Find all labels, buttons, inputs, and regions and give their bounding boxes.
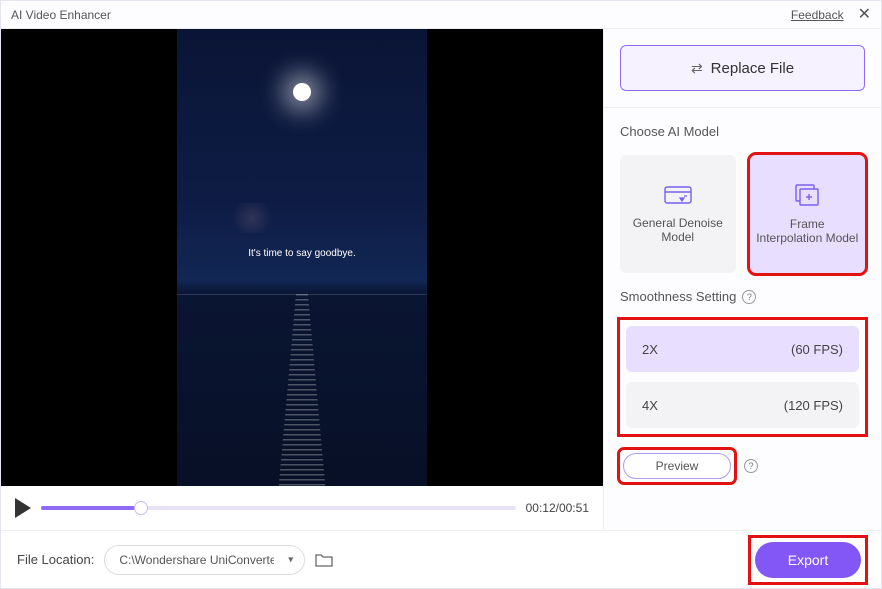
playback-controls: 00:12/00:51 <box>1 486 603 530</box>
path-select-wrap <box>104 545 305 575</box>
video-caption: It's time to say goodbye. <box>248 248 356 259</box>
play-icon[interactable] <box>15 498 31 518</box>
model-label: General Denoise Model <box>626 216 730 244</box>
file-location-label: File Location: <box>17 552 94 567</box>
smoothness-heading: Smoothness Setting ? <box>620 289 865 304</box>
smoothness-fps: (120 FPS) <box>784 398 843 413</box>
main-body: It's time to say goodbye. 00:12/00:51 ⇄ … <box>1 29 881 530</box>
moon-graphic <box>293 83 311 101</box>
smoothness-fps: (60 FPS) <box>791 342 843 357</box>
denoise-icon <box>664 184 692 206</box>
moon-reflection <box>272 294 332 486</box>
smoothness-options: 2X (60 FPS) 4X (120 FPS) <box>620 320 865 434</box>
feedback-link[interactable]: Feedback <box>791 8 844 22</box>
titlebar: AI Video Enhancer Feedback ✕ <box>1 1 881 29</box>
folder-icon[interactable] <box>315 553 333 567</box>
progress-fill <box>41 506 141 510</box>
help-icon[interactable]: ? <box>744 459 758 473</box>
video-preview[interactable]: It's time to say goodbye. <box>1 29 603 486</box>
interpolation-icon <box>793 183 821 207</box>
model-heading: Choose AI Model <box>620 124 865 139</box>
export-button[interactable]: Export <box>755 542 861 578</box>
preview-button[interactable]: Preview <box>623 453 731 479</box>
model-frame-interpolation[interactable]: Frame Interpolation Model <box>750 155 866 273</box>
model-general-denoise[interactable]: General Denoise Model <box>620 155 736 273</box>
model-label: Frame Interpolation Model <box>756 217 860 245</box>
progress-bar[interactable] <box>41 506 516 510</box>
cloud-graphic <box>227 203 277 233</box>
footer: File Location: Export <box>1 530 881 588</box>
timecode: 00:12/00:51 <box>526 501 589 515</box>
smoothness-4x[interactable]: 4X (120 FPS) <box>626 382 859 428</box>
video-frame: It's time to say goodbye. <box>177 29 427 486</box>
smoothness-2x[interactable]: 2X (60 FPS) <box>626 326 859 372</box>
smoothness-mult: 2X <box>642 342 658 357</box>
help-icon[interactable]: ? <box>742 290 756 304</box>
app-title: AI Video Enhancer <box>11 8 111 22</box>
replace-file-label: Replace File <box>711 60 794 77</box>
model-cards: General Denoise Model Frame Interpolatio… <box>620 155 865 273</box>
export-label: Export <box>788 552 828 568</box>
left-pane: It's time to say goodbye. 00:12/00:51 <box>1 29 603 530</box>
swap-icon: ⇄ <box>691 60 703 77</box>
divider <box>604 107 881 108</box>
replace-file-button[interactable]: ⇄ Replace File <box>620 45 865 91</box>
preview-row: Preview ? <box>620 450 865 482</box>
export-highlight: Export <box>751 538 865 582</box>
progress-thumb[interactable] <box>134 501 148 515</box>
preview-label: Preview <box>656 459 699 473</box>
smoothness-mult: 4X <box>642 398 658 413</box>
preview-highlight: Preview <box>620 450 734 482</box>
file-location-select[interactable] <box>104 545 305 575</box>
titlebar-right: Feedback ✕ <box>791 7 871 23</box>
settings-panel: ⇄ Replace File Choose AI Model General D… <box>603 29 881 530</box>
close-icon[interactable]: ✕ <box>858 7 871 23</box>
smoothness-heading-text: Smoothness Setting <box>620 289 736 304</box>
